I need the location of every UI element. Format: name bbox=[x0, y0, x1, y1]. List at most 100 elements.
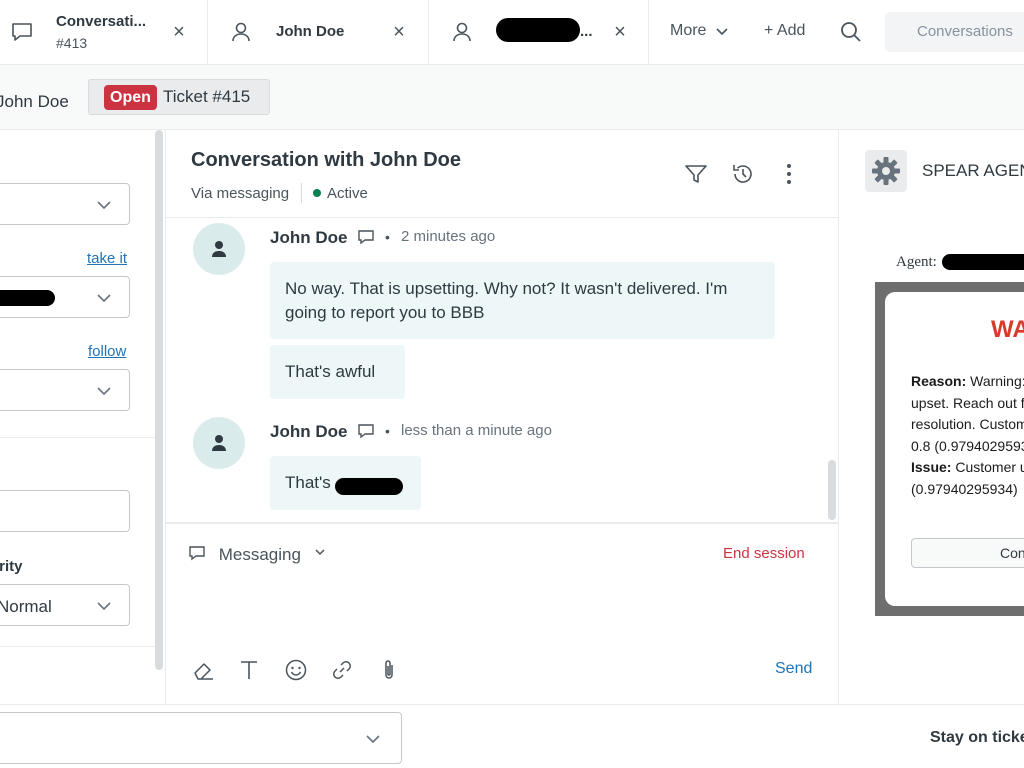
chat-bubble-icon bbox=[357, 422, 375, 440]
emoji-icon[interactable] bbox=[284, 658, 308, 682]
message-time: 2 minutes ago bbox=[401, 228, 496, 245]
redaction-mark bbox=[942, 254, 1024, 270]
divider bbox=[0, 646, 156, 647]
footer: Stay on ticket bbox=[0, 704, 1024, 768]
reason-line: 0.8 (0.97940295934) bbox=[911, 437, 1024, 454]
brand-select[interactable] bbox=[0, 183, 130, 225]
status-badge: Open bbox=[104, 85, 157, 110]
tags-input[interactable] bbox=[0, 490, 130, 532]
gear-icon bbox=[865, 150, 907, 192]
message-bubble: That's bbox=[270, 456, 421, 510]
text-format-icon[interactable] bbox=[237, 658, 261, 682]
divider bbox=[301, 183, 302, 203]
composer: Messaging End session Send bbox=[166, 522, 838, 704]
divider bbox=[0, 437, 156, 438]
app-title: SPEAR AGENT bbox=[922, 161, 1024, 180]
reason-line: resolution. Customer bbox=[911, 416, 1024, 432]
message-bubble: No way. That is upsetting. Why not? It w… bbox=[270, 262, 775, 339]
alert-issue: Issue: Customer upset bbox=[911, 457, 1024, 479]
chevron-down-icon bbox=[97, 602, 111, 611]
macro-select[interactable] bbox=[0, 712, 402, 764]
status-text: Active bbox=[327, 185, 368, 202]
breadcrumb-user[interactable]: John Doe bbox=[0, 85, 88, 119]
message-author: John Doe bbox=[270, 422, 348, 441]
eraser-icon[interactable] bbox=[192, 658, 216, 682]
message-author: John Doe bbox=[270, 228, 348, 247]
user-icon bbox=[212, 435, 226, 451]
search-input[interactable]: Conversations bbox=[885, 12, 1024, 52]
take-it-link[interactable]: take it bbox=[87, 250, 127, 267]
tab-title: ... bbox=[580, 23, 593, 40]
followers-select[interactable] bbox=[0, 369, 130, 411]
breadcrumb-ticket[interactable]: Open Ticket #415 bbox=[88, 79, 270, 115]
chat-bubble-icon bbox=[357, 228, 375, 246]
priority-select[interactable]: Normal bbox=[0, 584, 130, 626]
redaction-mark bbox=[335, 478, 403, 495]
alert-title: WARNING bbox=[991, 316, 1024, 343]
tab-conversation[interactable]: Conversati... #413 × bbox=[0, 0, 208, 64]
avatar bbox=[193, 223, 245, 275]
chevron-down-icon bbox=[315, 549, 325, 556]
conversation-pane: Conversation with John Doe Via messaging… bbox=[166, 130, 838, 704]
issue-label: Issue: bbox=[911, 459, 952, 475]
message-text: That's bbox=[285, 473, 331, 492]
scrollbar[interactable] bbox=[155, 130, 163, 670]
follow-link[interactable]: follow bbox=[88, 343, 126, 360]
separator-dot: • bbox=[385, 423, 390, 439]
close-icon[interactable]: × bbox=[168, 21, 190, 43]
reason-line: Warning: customer bbox=[970, 373, 1024, 389]
search-icon[interactable] bbox=[838, 19, 864, 45]
add-button[interactable]: + Add bbox=[764, 22, 805, 40]
close-icon[interactable]: × bbox=[388, 21, 410, 43]
channel-select-label: Messaging bbox=[218, 545, 301, 564]
breadcrumb: John Doe Open Ticket #415 bbox=[0, 65, 1024, 130]
ticket-label: Ticket #415 bbox=[163, 87, 251, 106]
redaction-mark bbox=[0, 290, 55, 306]
issue-line: Customer upset bbox=[955, 459, 1024, 475]
chevron-down-icon bbox=[716, 28, 728, 35]
priority-value: Normal bbox=[0, 597, 52, 616]
alert-reason: Reason: Warning: customer bbox=[911, 371, 1024, 393]
tab-bar: Conversati... #413 × John Doe × ... × Mo… bbox=[0, 0, 1024, 65]
reason-label: Reason: bbox=[911, 373, 967, 389]
send-button[interactable]: Send bbox=[775, 660, 812, 678]
user-icon bbox=[451, 21, 473, 43]
more-menu-button[interactable]: More bbox=[670, 22, 729, 40]
alert-dialog: WARNING Reason: Warning: customer upset.… bbox=[875, 282, 1024, 616]
chat-bubble-icon bbox=[11, 21, 33, 43]
page-title: Conversation with John Doe bbox=[191, 149, 462, 171]
more-options-icon[interactable] bbox=[776, 161, 802, 187]
issue-line: (0.97940295934) bbox=[911, 480, 1018, 497]
ticket-properties-panel: take it follow Priority Normal bbox=[0, 130, 166, 704]
stay-on-ticket-button[interactable]: Stay on ticket bbox=[930, 729, 1024, 747]
user-icon bbox=[230, 21, 252, 43]
status-dot-icon bbox=[313, 189, 321, 197]
avatar bbox=[193, 417, 245, 469]
tab-user-redacted[interactable]: ... × bbox=[429, 0, 649, 64]
history-icon[interactable] bbox=[730, 161, 756, 187]
tab-title: John Doe bbox=[276, 23, 345, 40]
tab-subtitle: #413 bbox=[56, 35, 88, 51]
conversation-header: Conversation with John Doe Via messaging… bbox=[166, 130, 838, 218]
separator-dot: • bbox=[385, 229, 390, 245]
tab-user-john-doe[interactable]: John Doe × bbox=[208, 0, 429, 64]
chevron-down-icon bbox=[97, 294, 111, 303]
priority-label: Priority bbox=[0, 558, 23, 575]
end-session-button[interactable]: End session bbox=[723, 545, 805, 562]
agent-label: Agent: bbox=[896, 254, 937, 270]
alert-card: WARNING Reason: Warning: customer upset.… bbox=[885, 292, 1024, 606]
filter-icon[interactable] bbox=[683, 161, 709, 187]
reason-line: upset. Reach out for bbox=[911, 394, 1024, 411]
channel-select[interactable]: Messaging bbox=[188, 544, 326, 565]
link-icon[interactable] bbox=[330, 658, 354, 682]
assignee-select[interactable] bbox=[0, 276, 130, 318]
confirm-button[interactable]: Confirm bbox=[911, 538, 1024, 568]
redaction-mark bbox=[496, 18, 580, 42]
user-icon bbox=[212, 241, 226, 257]
tab-title: Conversati... bbox=[56, 13, 147, 30]
scrollbar[interactable] bbox=[828, 460, 836, 520]
more-label: More bbox=[670, 22, 707, 39]
search-placeholder: Conversations bbox=[917, 23, 1013, 40]
close-icon[interactable]: × bbox=[609, 21, 631, 43]
attachment-icon[interactable] bbox=[377, 658, 401, 682]
